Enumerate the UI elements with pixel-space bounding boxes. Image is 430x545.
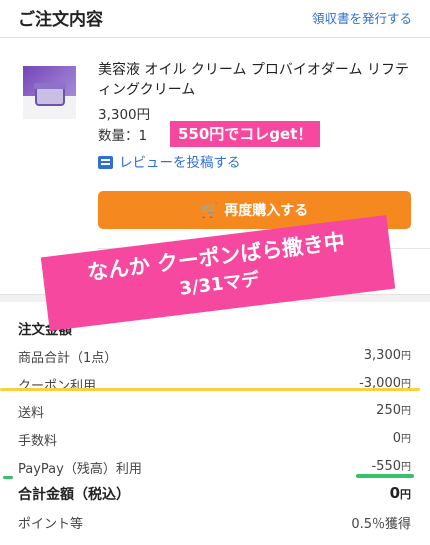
price-sticker: 550円でコレget！ <box>170 121 321 147</box>
coupon-highlight-line <box>0 388 420 391</box>
cream-jar-image <box>35 86 65 106</box>
summary-row-value: 3,300円 <box>363 348 411 363</box>
summary-row-label: PayPay（残高）利用 <box>18 462 142 477</box>
header: ご注文内容 領収書を発行する <box>0 0 430 38</box>
issue-receipt-link[interactable]: 領収書を発行する <box>312 8 412 27</box>
summary-row-label: 手数料 <box>18 434 58 449</box>
total-label: 合計金額（税込） <box>18 487 130 503</box>
coupon-sticker: なんか クーポンばら撒き中 3/31マデ <box>40 215 396 331</box>
product-name[interactable]: 美容液 オイル クリーム プロバイオダーム リフティングクリーム <box>98 60 416 100</box>
write-review-label: レビューを投稿する <box>119 155 241 171</box>
summary-row-label: クーポン利用 <box>18 379 97 394</box>
product-quantity: 数量：1 <box>98 128 148 144</box>
paypay-highlight-line <box>356 474 414 478</box>
write-review-link[interactable]: レビューを投稿する <box>98 151 241 171</box>
product-price: 3,300円 <box>98 107 151 123</box>
summary-row-value: -550円 <box>371 459 411 474</box>
summary-row-label: 送料 <box>18 406 45 421</box>
paypay-highlight-mark <box>3 476 13 479</box>
total-value: 0円 <box>389 484 411 502</box>
cart-icon: 🛒 <box>200 202 219 218</box>
points-label: ポイント等 <box>18 517 84 532</box>
summary-row-value: 0円 <box>392 431 411 446</box>
cream-jar-lid <box>34 83 66 89</box>
rebuy-button-label: 再度購入する <box>224 202 309 218</box>
product-thumbnail[interactable] <box>23 66 76 119</box>
summary-row-value: 250円 <box>376 403 411 418</box>
page-title: ご注文内容 <box>18 10 103 30</box>
points-value: 0.5％獲得 <box>351 517 411 532</box>
review-comment-icon <box>98 156 113 169</box>
summary-row-label: 商品合計（1点） <box>18 351 118 366</box>
